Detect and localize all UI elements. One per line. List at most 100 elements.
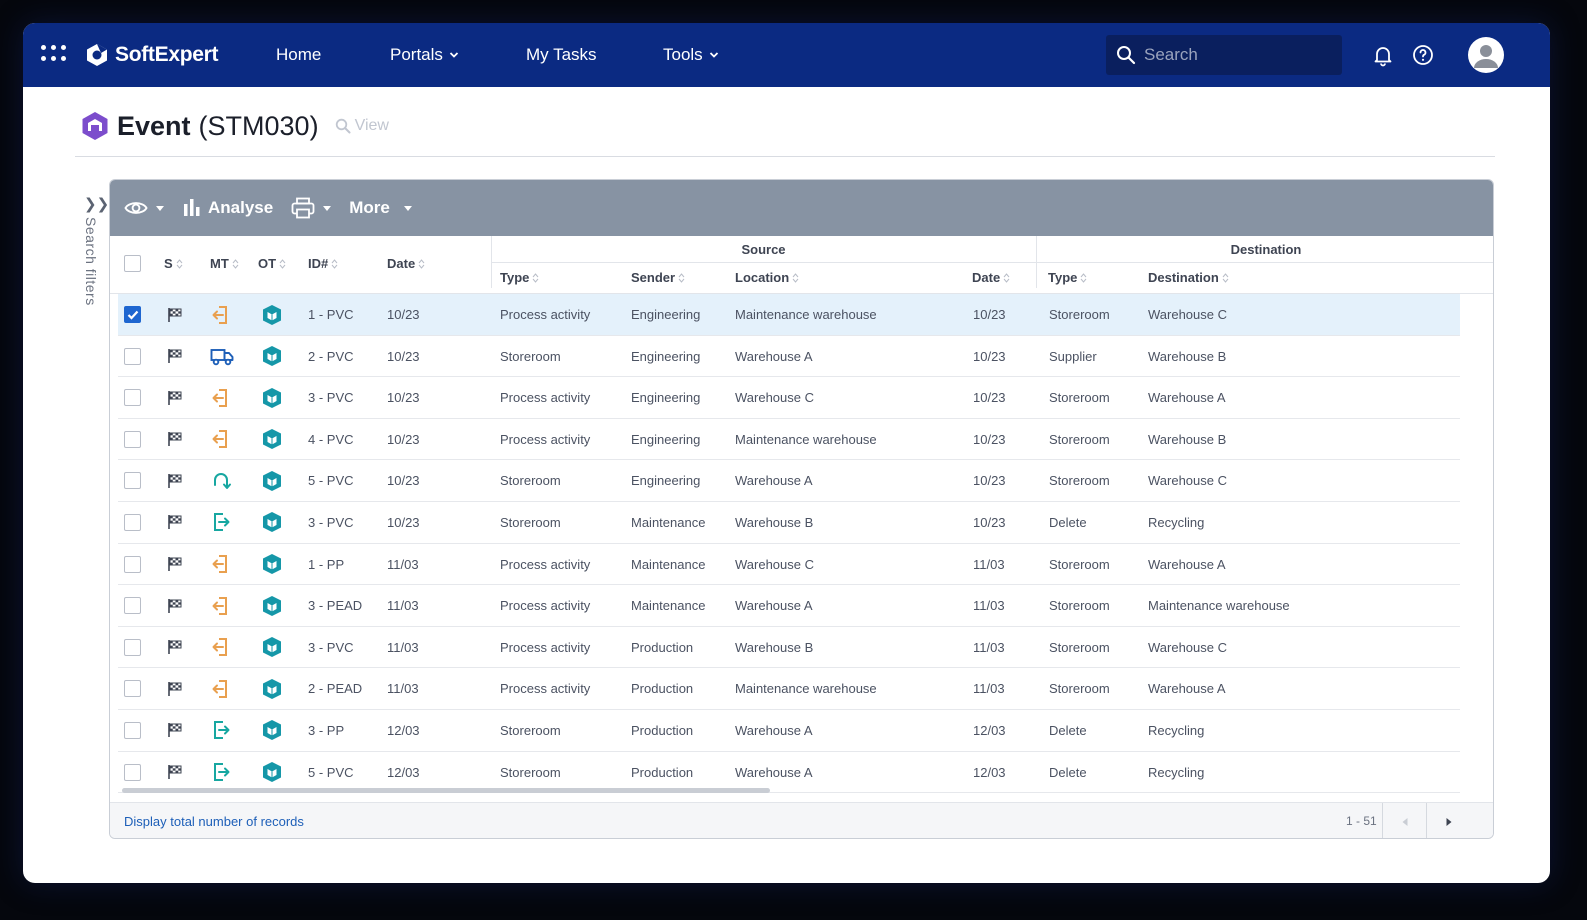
row-select[interactable]: [124, 377, 141, 418]
table-row[interactable]: 3 - PVC 10/23 Process activity Engineering W…: [118, 377, 1460, 419]
row-select[interactable]: [124, 336, 141, 377]
table-row[interactable]: 5 - PVC 12/03 Storeroom Production Warehouse…: [118, 752, 1460, 794]
cell-sender: Production: [631, 681, 694, 697]
row-select[interactable]: [124, 294, 141, 335]
cell-location: Warehouse B: [735, 514, 814, 530]
nav-tools[interactable]: Tools: [663, 23, 719, 87]
pager-next-button[interactable]: [1426, 803, 1470, 838]
status-flag: [167, 377, 183, 418]
view-mode-button[interactable]: [124, 199, 164, 217]
row-checkbox[interactable]: [124, 680, 141, 698]
checkered-flag-icon: [168, 515, 182, 530]
bar-chart-icon: [184, 199, 200, 216]
shield-box-icon: [263, 429, 281, 450]
nav-home[interactable]: Home: [276, 23, 321, 87]
col-date[interactable]: Date: [387, 256, 425, 271]
col-s[interactable]: S: [164, 256, 183, 271]
caret-down-icon: [403, 205, 412, 211]
search-filters-toggle[interactable]: ❯❯ Search filters: [81, 195, 109, 315]
movement-type: [210, 460, 232, 501]
cell-destination-date: 10/23: [973, 307, 1006, 322]
analyse-label: Analyse: [208, 198, 274, 217]
cell-destination-type: Supplier: [1049, 348, 1097, 364]
row-select[interactable]: [124, 710, 141, 751]
select-all[interactable]: [124, 248, 141, 278]
row-select[interactable]: [124, 460, 141, 501]
object-type: [261, 419, 283, 460]
table-row[interactable]: 1 - PP 11/03 Process activity Maintenance Wa…: [118, 544, 1460, 586]
col-mt[interactable]: MT: [210, 256, 239, 271]
col-destination-type[interactable]: Type: [1048, 270, 1087, 285]
row-select[interactable]: [124, 585, 141, 626]
row-checkbox[interactable]: [124, 347, 141, 365]
user-avatar[interactable]: [1468, 37, 1504, 73]
mt-exit-icon: [212, 430, 227, 449]
table-row[interactable]: 4 - PVC 10/23 Process activity Engineering M…: [118, 419, 1460, 461]
print-button[interactable]: [291, 197, 332, 219]
row-checkbox[interactable]: [124, 389, 141, 407]
display-total-link[interactable]: Display total number of records: [124, 814, 304, 829]
global-search[interactable]: [1106, 35, 1342, 75]
object-type: [261, 752, 283, 793]
table-row[interactable]: 2 - PEAD 11/03 Process activity Production M…: [118, 668, 1460, 710]
row-select[interactable]: [124, 544, 141, 585]
mt-out-icon: [214, 763, 230, 782]
col-ot[interactable]: OT: [258, 256, 286, 271]
table-row[interactable]: 1 - PVC 10/23 Process activity Engineering M…: [118, 294, 1460, 336]
status-flag: [167, 710, 183, 751]
sort-icon: [533, 272, 539, 283]
select-all-checkbox[interactable]: [124, 254, 141, 272]
col-id[interactable]: ID#: [308, 256, 338, 271]
nav-tools-label: Tools: [663, 45, 703, 64]
col-location[interactable]: Location: [735, 270, 799, 285]
nav-my-tasks-label: My Tasks: [526, 45, 597, 64]
nav-portals[interactable]: Portals: [390, 23, 459, 87]
col-sender[interactable]: Sender: [631, 270, 685, 285]
row-checkbox[interactable]: [124, 597, 141, 615]
row-checkbox[interactable]: [124, 430, 141, 448]
row-select[interactable]: [124, 668, 141, 709]
col-destination-date[interactable]: Date: [972, 270, 1010, 285]
row-checkbox[interactable]: [124, 306, 141, 323]
cell-destination-type: Delete: [1049, 722, 1087, 738]
col-source-type[interactable]: Type: [500, 270, 539, 285]
nav-my-tasks[interactable]: My Tasks: [526, 23, 597, 87]
search-input[interactable]: [1144, 45, 1324, 65]
col-destination-date-label: Date: [972, 270, 1001, 285]
col-location-label: Location: [735, 270, 790, 285]
row-checkbox[interactable]: [124, 638, 141, 656]
row-checkbox[interactable]: [124, 472, 141, 490]
table-row[interactable]: 5 - PVC 10/23 Storeroom Engineering Warehous…: [118, 460, 1460, 502]
row-select[interactable]: [124, 752, 141, 793]
bell-icon[interactable]: [1371, 43, 1395, 67]
table-row[interactable]: 3 - PP 12/03 Storeroom Production Warehouse …: [118, 710, 1460, 752]
col-destination[interactable]: Destination: [1148, 270, 1229, 285]
object-type: [261, 502, 283, 543]
brand-logo[interactable]: SoftExpert: [85, 41, 218, 69]
table-row[interactable]: 2 - PVC 10/23 Storeroom Engineering Warehous…: [118, 336, 1460, 378]
row-select[interactable]: [124, 502, 141, 543]
row-select[interactable]: [124, 419, 141, 460]
more-button[interactable]: More: [349, 198, 412, 218]
pager-prev-button[interactable]: [1382, 803, 1426, 838]
table-row[interactable]: 3 - PEAD 11/03 Process activity Maintenance…: [118, 585, 1460, 627]
row-checkbox[interactable]: [124, 721, 141, 739]
help-circle-icon[interactable]: [1411, 43, 1435, 67]
row-checkbox[interactable]: [124, 763, 141, 781]
cell-location: Maintenance warehouse: [735, 431, 877, 447]
view-link[interactable]: View: [335, 117, 389, 135]
table-row[interactable]: 3 - PVC 11/03 Process activity Production Wa…: [118, 627, 1460, 669]
cell-date: 10/23: [387, 514, 420, 530]
analyse-button[interactable]: Analyse: [182, 198, 273, 218]
col-s-label: S: [164, 256, 173, 271]
page-title: Event: [117, 110, 191, 141]
row-checkbox[interactable]: [124, 555, 141, 573]
row-select[interactable]: [124, 627, 141, 668]
cell-destination: Maintenance warehouse: [1148, 598, 1290, 614]
apps-grid-icon[interactable]: [41, 45, 67, 63]
row-checkbox[interactable]: [124, 513, 141, 531]
cell-sender: Maintenance: [631, 556, 706, 572]
cell-source-type: Storeroom: [500, 473, 561, 489]
table-row[interactable]: 3 - PVC 10/23 Storeroom Maintenance Warehous…: [118, 502, 1460, 544]
horizontal-scrollbar[interactable]: [122, 788, 770, 793]
